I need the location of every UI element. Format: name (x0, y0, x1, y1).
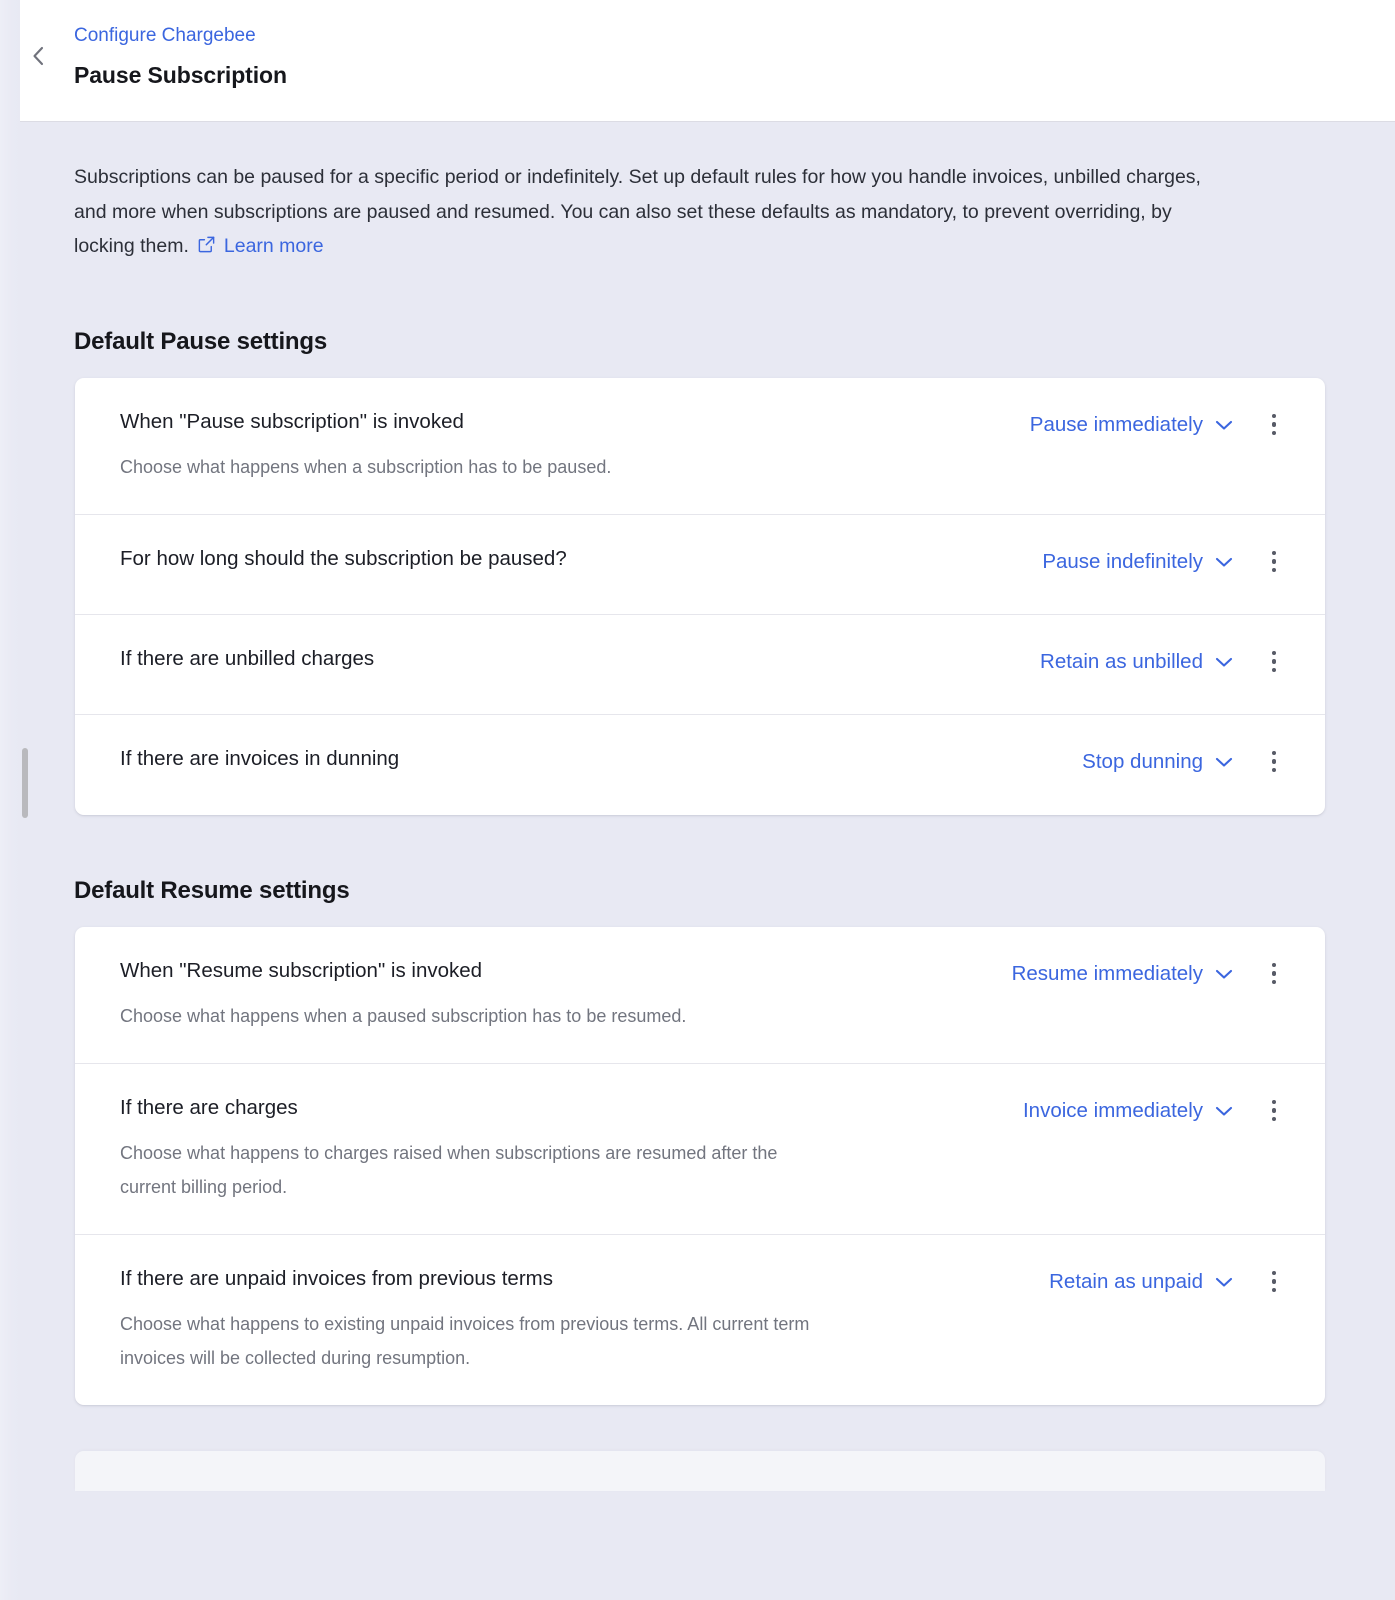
chevron-left-icon (30, 44, 46, 68)
chevron-down-icon (1215, 548, 1233, 576)
kebab-menu-icon[interactable] (1257, 547, 1291, 577)
kebab-menu-icon[interactable] (1257, 747, 1291, 777)
back-button[interactable] (24, 42, 52, 70)
setting-row[interactable]: If there are unbilled charges Retain as … (75, 615, 1325, 715)
setting-value: Retain as unbilled (1040, 649, 1203, 673)
setting-row-left: If there are unbilled charges (120, 645, 1040, 673)
section-title-resume: Default Resume settings (74, 876, 350, 904)
setting-value-dropdown[interactable]: Retain as unpaid (1049, 1268, 1233, 1296)
setting-row-right: Retain as unpaid (1049, 1265, 1291, 1297)
kebab-menu-icon[interactable] (1257, 1096, 1291, 1126)
next-card-peek (75, 1450, 1325, 1491)
setting-label: If there are invoices in dunning (120, 746, 400, 770)
setting-row-left: When "Resume subscription" is invoked Ch… (120, 957, 1012, 1033)
setting-row[interactable]: For how long should the subscription be … (75, 515, 1325, 615)
header-text-block: Configure Chargebee Pause Subscription (74, 22, 287, 92)
learn-more-link[interactable]: Learn more (224, 235, 324, 257)
setting-label: If there are unbilled charges (120, 646, 375, 670)
setting-label: For how long should the subscription be … (120, 546, 567, 570)
breadcrumb[interactable]: Configure Chargebee (74, 22, 256, 50)
page-content: Subscriptions can be paused for a specif… (0, 160, 1395, 1491)
setting-description: Choose what happens when a paused subscr… (120, 1005, 687, 1026)
setting-row-left: For how long should the subscription be … (120, 545, 1042, 573)
chevron-down-icon (1215, 648, 1233, 676)
setting-value: Stop dunning (1082, 749, 1203, 773)
setting-value: Invoice immediately (1022, 1098, 1203, 1122)
setting-value-dropdown[interactable]: Pause immediately (1030, 411, 1233, 439)
setting-value-dropdown[interactable]: Stop dunning (1082, 748, 1233, 776)
setting-row-right: Pause immediately (1030, 408, 1291, 440)
setting-value: Pause immediately (1029, 412, 1203, 436)
setting-label: When "Pause subscription" is invoked (120, 409, 464, 433)
kebab-menu-icon[interactable] (1257, 410, 1291, 440)
kebab-menu-icon[interactable] (1257, 1267, 1291, 1297)
setting-description: Choose what happens when a subscription … (120, 456, 612, 477)
setting-row-left: If there are invoices in dunning (120, 745, 1082, 773)
left-gutter (0, 0, 20, 1600)
chevron-down-icon (1215, 411, 1233, 439)
setting-row-right: Pause indefinitely (1042, 545, 1291, 577)
chevron-down-icon (1215, 1097, 1233, 1125)
setting-description: Choose what happens to existing unpaid i… (120, 1313, 810, 1368)
chevron-down-icon (1215, 748, 1233, 776)
setting-row-left: When "Pause subscription" is invoked Cho… (120, 408, 1030, 484)
chevron-down-icon (1215, 960, 1233, 988)
chevron-down-icon (1215, 1268, 1233, 1296)
resume-settings-card: When "Resume subscription" is invoked Ch… (75, 926, 1325, 1405)
scrollbar-track[interactable] (22, 122, 28, 1600)
setting-label: If there are charges (120, 1095, 298, 1119)
setting-value-dropdown[interactable]: Resume immediately (1012, 960, 1233, 988)
setting-row-left: If there are unpaid invoices from previo… (120, 1265, 1049, 1375)
setting-row-right: Resume immediately (1012, 957, 1291, 989)
setting-value-dropdown[interactable]: Pause indefinitely (1042, 548, 1233, 576)
setting-row[interactable]: If there are unpaid invoices from previo… (75, 1235, 1325, 1405)
kebab-menu-icon[interactable] (1257, 647, 1291, 677)
setting-value: Retain as unpaid (1049, 1269, 1203, 1293)
setting-row-right: Stop dunning (1082, 745, 1291, 777)
setting-value-dropdown[interactable]: Invoice immediately (1023, 1097, 1233, 1125)
setting-row[interactable]: When "Pause subscription" is invoked Cho… (75, 378, 1325, 515)
page-title: Pause Subscription (74, 62, 287, 88)
setting-row-left: If there are charges Choose what happens… (120, 1094, 1023, 1204)
setting-row[interactable]: If there are charges Choose what happens… (75, 1064, 1325, 1235)
setting-row-right: Invoice immediately (1023, 1094, 1291, 1126)
setting-value: Resume immediately (1011, 961, 1203, 985)
setting-description: Choose what happens to charges raised wh… (120, 1142, 778, 1197)
scrollbar-thumb[interactable] (22, 748, 28, 818)
setting-value-dropdown[interactable]: Retain as unbilled (1040, 648, 1233, 676)
page-header: Configure Chargebee Pause Subscription (0, 0, 1395, 122)
intro-paragraph: Subscriptions can be paused for a specif… (74, 160, 1234, 266)
setting-label: When "Resume subscription" is invoked (120, 958, 483, 982)
pause-settings-card: When "Pause subscription" is invoked Cho… (75, 377, 1325, 815)
setting-value: Pause indefinitely (1042, 549, 1203, 573)
setting-row-right: Retain as unbilled (1040, 645, 1291, 677)
external-link-icon[interactable] (197, 231, 216, 266)
section-title-pause: Default Pause settings (74, 327, 328, 355)
setting-row[interactable]: When "Resume subscription" is invoked Ch… (75, 927, 1325, 1064)
setting-row[interactable]: If there are invoices in dunning Stop du… (75, 715, 1325, 815)
setting-label: If there are unpaid invoices from previo… (120, 1266, 553, 1290)
kebab-menu-icon[interactable] (1257, 959, 1291, 989)
